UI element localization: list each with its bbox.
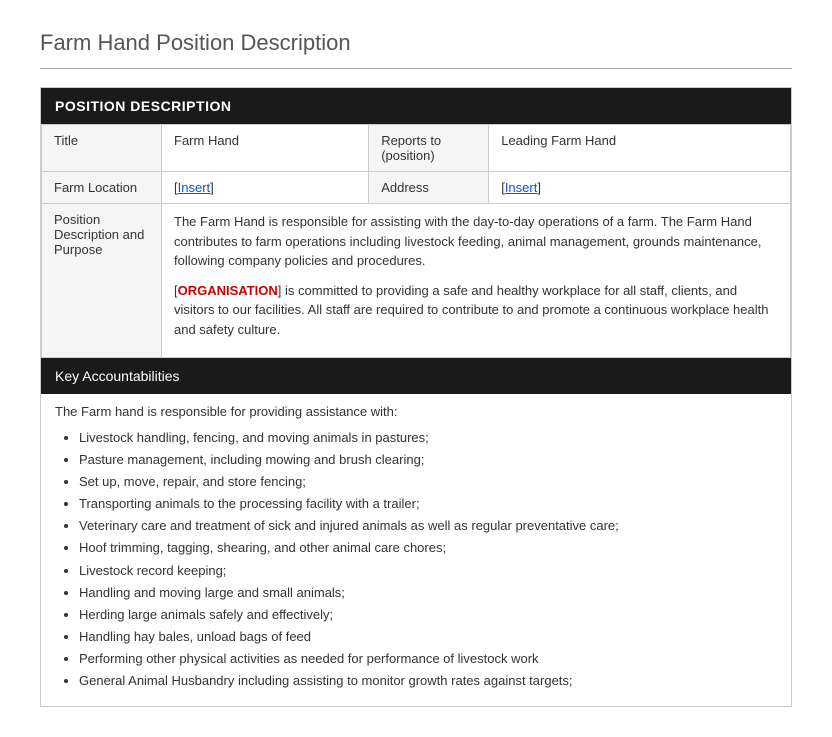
accountabilities-body: The Farm hand is responsible for providi…	[41, 394, 791, 706]
accountabilities-intro: The Farm hand is responsible for providi…	[55, 404, 777, 419]
reports-to-value: Leading Farm Hand	[489, 125, 791, 172]
list-item: Performing other physical activities as …	[79, 648, 777, 670]
accountabilities-list: Livestock handling, fencing, and moving …	[55, 427, 777, 692]
pos-desc-row: Position Description and Purpose The Far…	[42, 204, 791, 358]
list-item: Set up, move, repair, and store fencing;	[79, 471, 777, 493]
list-item: Herding large animals safely and effecti…	[79, 604, 777, 626]
address-value: [Insert]	[489, 172, 791, 204]
title-value: Farm Hand	[162, 125, 369, 172]
organisation-text: ORGANISATION	[178, 283, 278, 298]
farm-location-label: Farm Location	[42, 172, 162, 204]
farm-location-value: [Insert]	[162, 172, 369, 204]
address-insert[interactable]: Insert	[505, 180, 538, 195]
pos-desc-para1: The Farm Hand is responsible for assisti…	[174, 212, 778, 271]
position-description-header: POSITION DESCRIPTION	[41, 88, 791, 124]
farm-location-insert[interactable]: Insert	[178, 180, 211, 195]
list-item: General Animal Husbandry including assis…	[79, 670, 777, 692]
list-item: Livestock handling, fencing, and moving …	[79, 427, 777, 449]
pos-desc-value: The Farm Hand is responsible for assisti…	[162, 204, 791, 358]
title-row: Title Farm Hand Reports to (position) Le…	[42, 125, 791, 172]
list-item: Livestock record keeping;	[79, 560, 777, 582]
list-item: Pasture management, including mowing and…	[79, 449, 777, 471]
address-label: Address	[369, 172, 489, 204]
list-item: Hoof trimming, tagging, shearing, and ot…	[79, 537, 777, 559]
pos-desc-label: Position Description and Purpose	[42, 204, 162, 358]
title-label: Title	[42, 125, 162, 172]
list-item: Transporting animals to the processing f…	[79, 493, 777, 515]
page-title: Farm Hand Position Description	[40, 30, 792, 56]
key-accountabilities-header: Key Accountabilities	[41, 358, 791, 394]
list-item: Handling and moving large and small anim…	[79, 582, 777, 604]
reports-to-label: Reports to (position)	[369, 125, 489, 172]
list-item: Handling hay bales, unload bags of feed	[79, 626, 777, 648]
document-container: POSITION DESCRIPTION Title Farm Hand Rep…	[40, 87, 792, 707]
divider	[40, 68, 792, 69]
list-item: Veterinary care and treatment of sick an…	[79, 515, 777, 537]
pos-desc-para2: [ORGANISATION] is committed to providing…	[174, 281, 778, 340]
info-table: Title Farm Hand Reports to (position) Le…	[41, 124, 791, 358]
farm-location-row: Farm Location [Insert] Address [Insert]	[42, 172, 791, 204]
